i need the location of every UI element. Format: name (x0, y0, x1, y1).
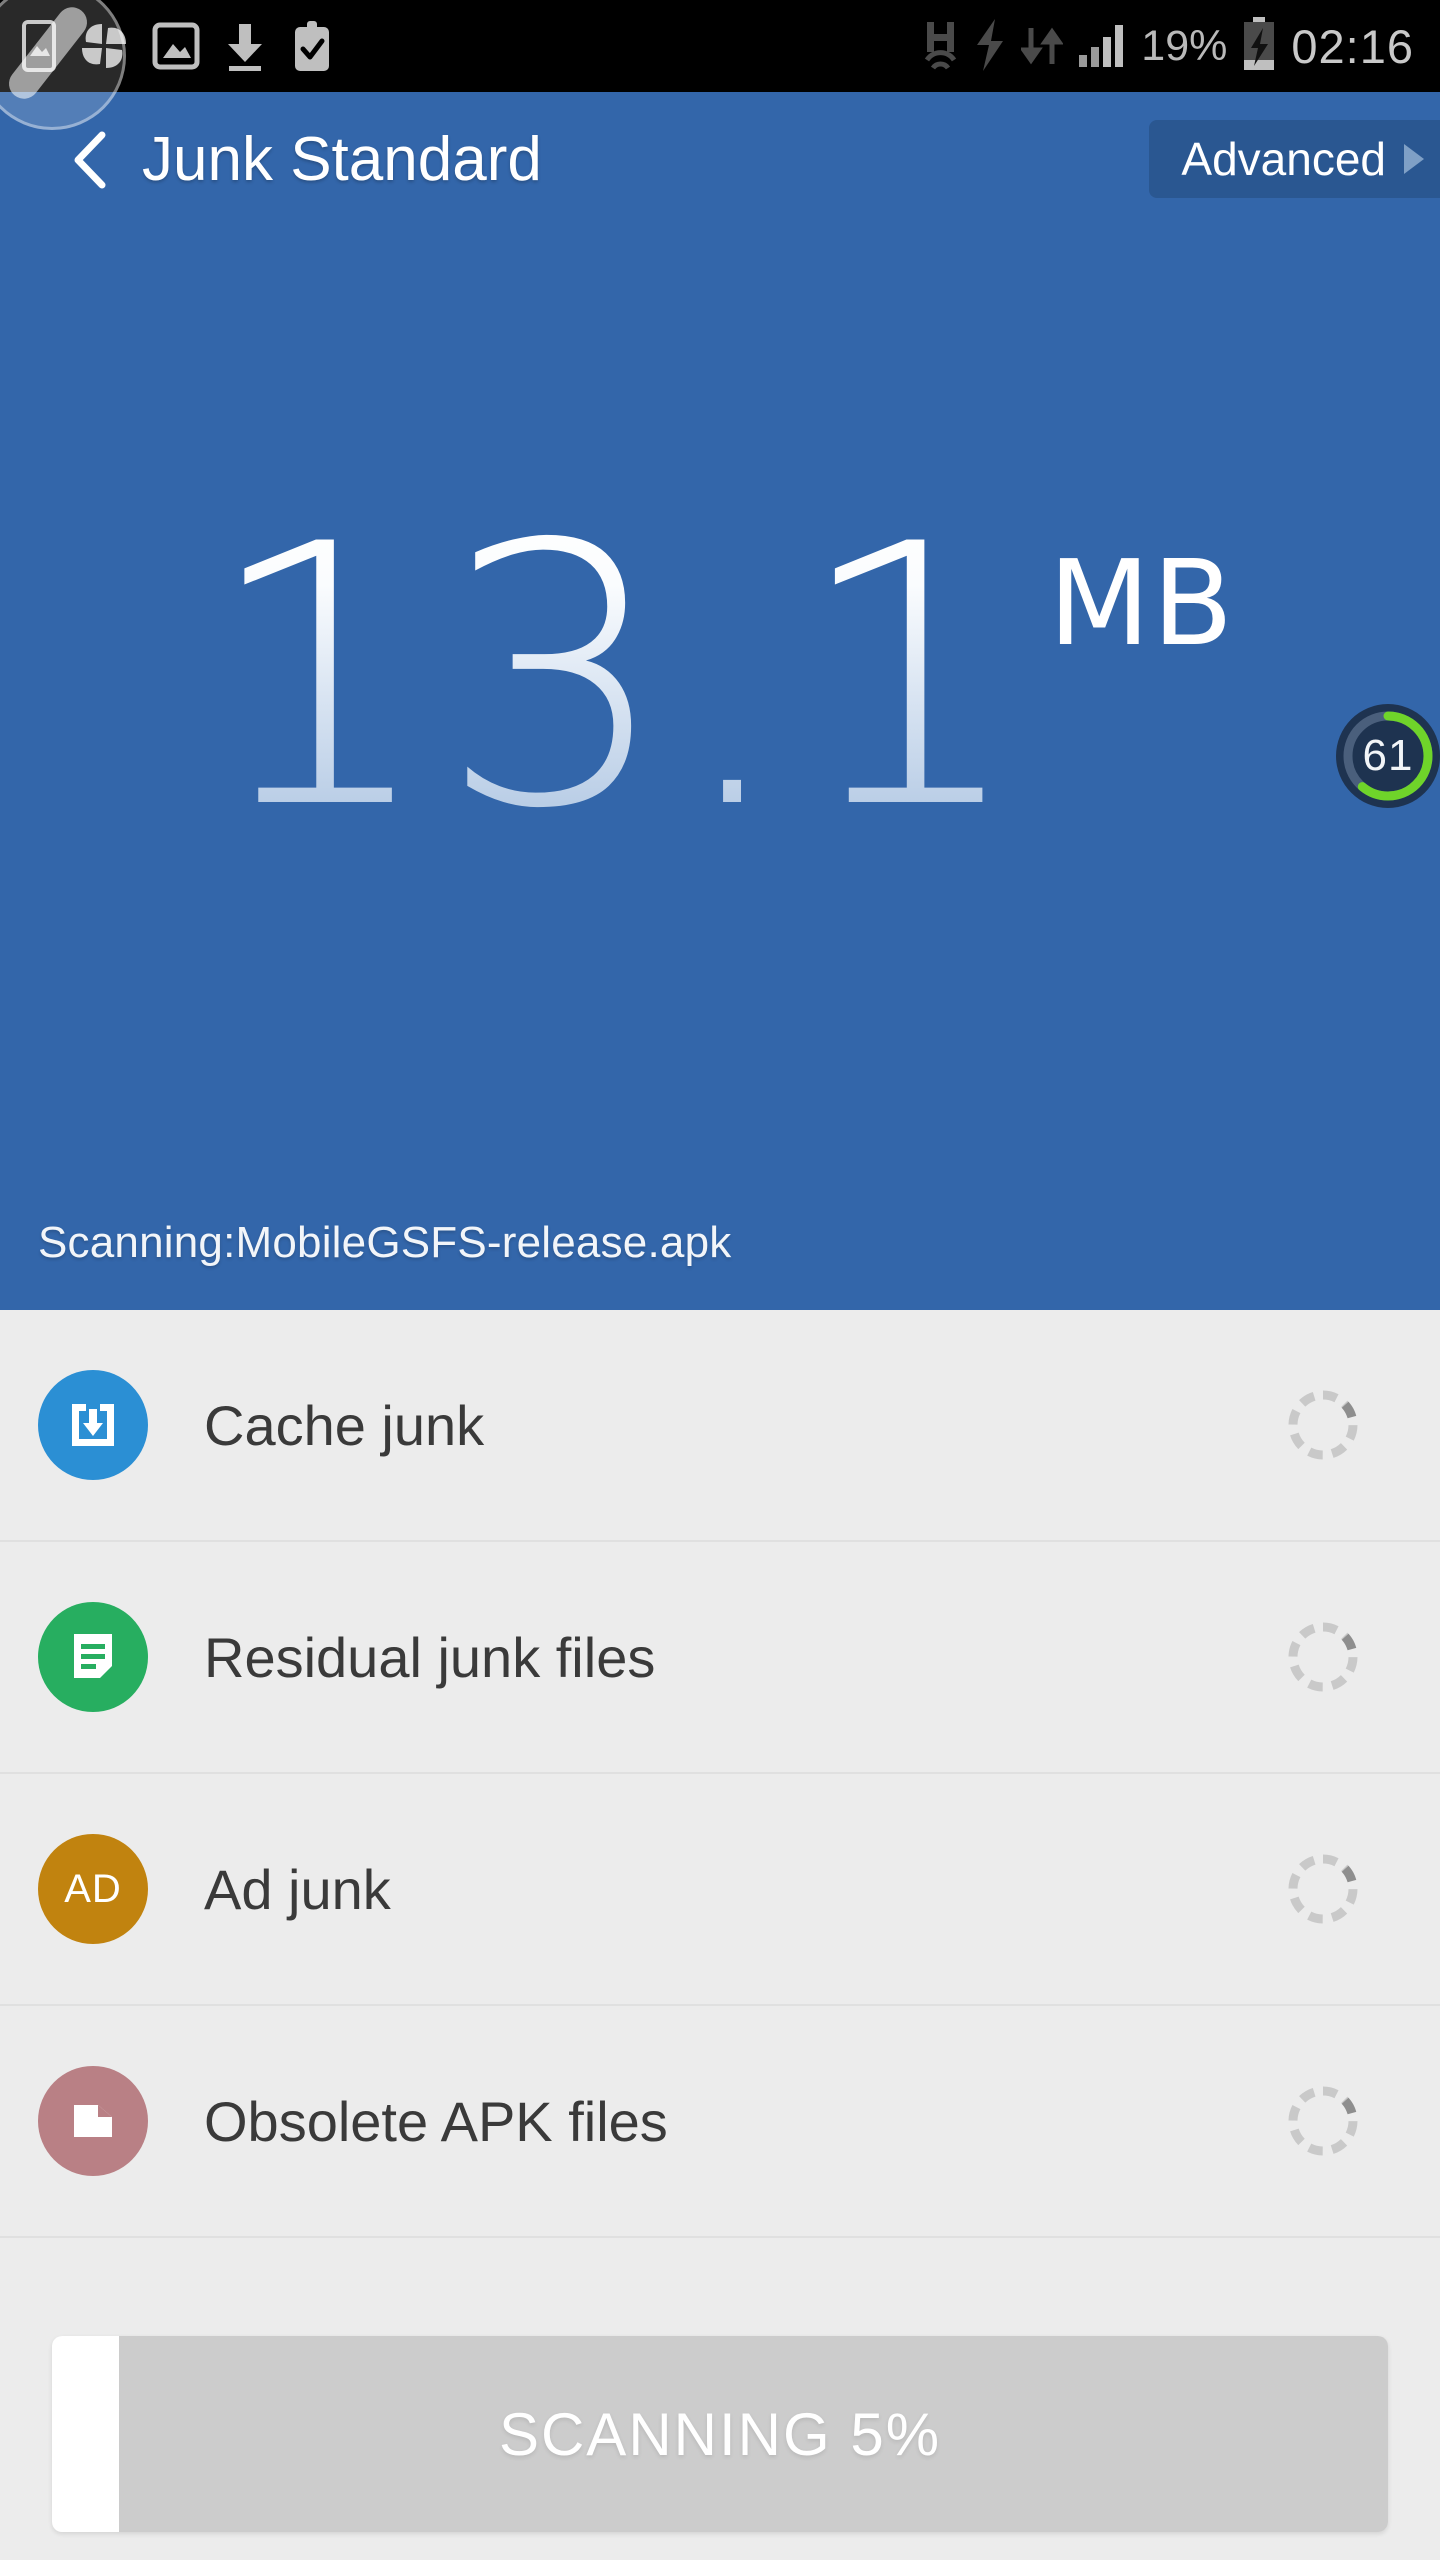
clock-time: 02:16 (1291, 19, 1414, 73)
scan-progress-label: SCANNING 5% (498, 2400, 942, 2468)
score-badge[interactable]: 61 (1336, 704, 1440, 808)
clipboard-check-icon (290, 19, 334, 73)
advanced-button[interactable]: Advanced (1149, 120, 1440, 198)
ad-icon: AD (38, 1834, 148, 1944)
chevron-right-icon (1404, 144, 1424, 174)
scanning-spinner-icon (1284, 1386, 1362, 1464)
battery-percent: 19% (1141, 21, 1228, 70)
signal-icon (1077, 23, 1127, 69)
junk-size-value: 13.1 (204, 468, 1031, 887)
advanced-button-label: Advanced (1181, 133, 1386, 185)
list-item[interactable]: Residual junk files (0, 1542, 1440, 1774)
scan-progress-button[interactable]: SCANNING 5% (52, 2336, 1388, 2532)
list-item[interactable]: Obsolete APK files (0, 2006, 1440, 2238)
back-button[interactable] (70, 130, 112, 190)
scanning-spinner-icon (1284, 2082, 1362, 2160)
list-item-label: Ad junk (204, 1857, 391, 1921)
page-title: Junk Standard (142, 125, 542, 194)
status-bar: 19% 02:16 (0, 0, 1440, 92)
cache-download-icon (38, 1370, 148, 1480)
scan-button-area: SCANNING 5% (0, 2324, 1440, 2560)
app-bar: Junk Standard Advanced (0, 92, 1440, 227)
data-transfer-icon (1021, 26, 1064, 66)
junk-summary-panel: Junk Standard Advanced 13.1 MB 61 Scanni… (0, 92, 1440, 1310)
bubble-gleam-icon (2, 1, 94, 105)
folder-icon (38, 2066, 148, 2176)
download-icon (222, 20, 268, 72)
app-screen: 19% 02:16 Junk Standard Advanced 13.1 MB… (0, 0, 1440, 2560)
list-item-label: Obsolete APK files (204, 2089, 668, 2153)
scanning-spinner-icon (1284, 1618, 1362, 1696)
battery-icon (1241, 16, 1277, 77)
list-item[interactable]: AD Ad junk (0, 1774, 1440, 2006)
score-value: 61 (1362, 731, 1414, 780)
ad-icon-text: AD (64, 1866, 122, 1911)
list-item[interactable]: Cache junk (0, 1310, 1440, 1542)
junk-size-readout: 13.1 MB (0, 468, 1440, 887)
status-bar-right-icons: 19% 02:16 (923, 16, 1440, 77)
gallery-icon (152, 20, 200, 72)
list-item-label: Cache junk (204, 1393, 485, 1457)
scanning-spinner-icon (1284, 1850, 1362, 1928)
junk-size-unit: MB (1048, 534, 1236, 672)
list-item-label: Residual junk files (204, 1625, 656, 1689)
scanning-status-text: Scanning:MobileGSFS-release.apk (38, 1218, 732, 1267)
document-lines-icon (38, 1602, 148, 1712)
junk-category-list: Cache junk Residual junk files AD Ad jun… (0, 1310, 1440, 2238)
flash-icon (973, 17, 1007, 75)
hspa-icon (923, 18, 959, 74)
